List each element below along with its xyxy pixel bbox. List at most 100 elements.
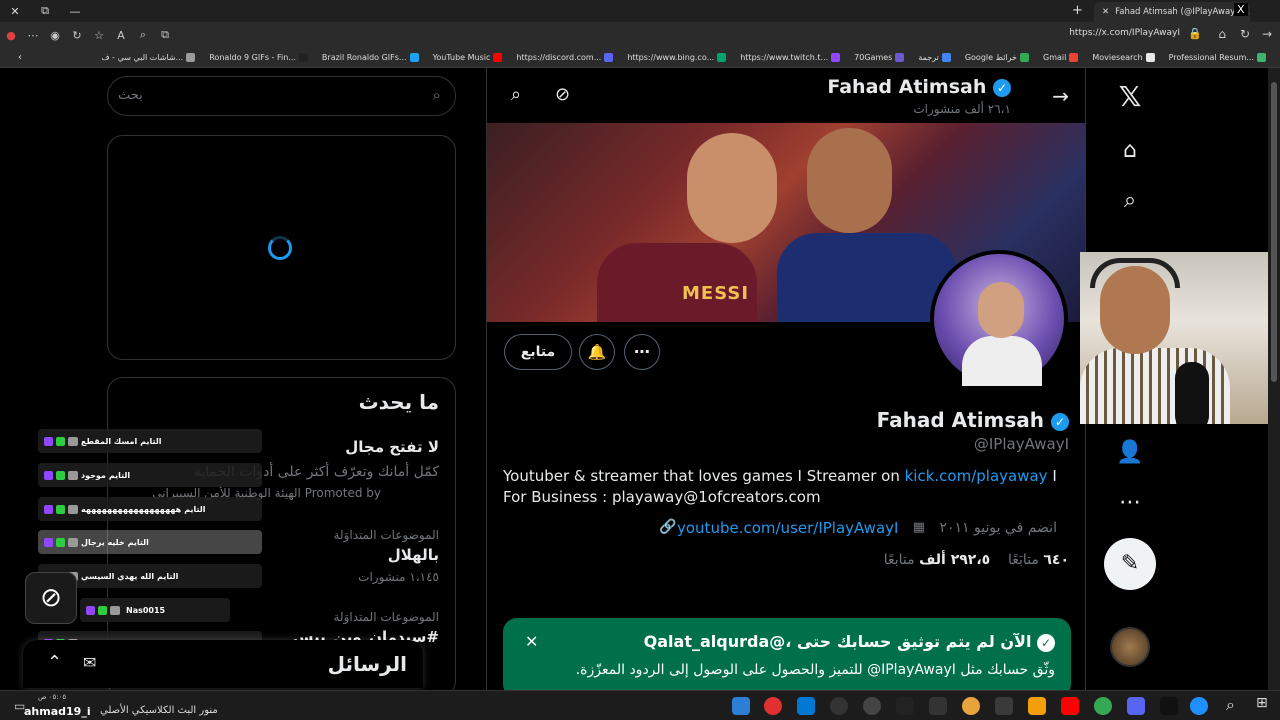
- tab-actions-icon[interactable]: ⧉: [30, 4, 60, 18]
- notifications-bell-icon[interactable]: 🔔: [579, 334, 615, 370]
- page-scrollbar[interactable]: [1268, 68, 1280, 690]
- edge-icon[interactable]: [1190, 697, 1208, 715]
- grok-icon[interactable]: ⊘: [555, 84, 570, 105]
- bookmark-item[interactable]: Professional Resum...: [1169, 53, 1266, 62]
- chat-message: موجود التايم: [38, 463, 262, 487]
- profile-avatar[interactable]: [930, 250, 1068, 388]
- search-icon[interactable]: ⌕: [511, 84, 521, 105]
- favorite-icon[interactable]: ☆: [88, 29, 110, 42]
- menu-dots-icon[interactable]: ⋯: [22, 29, 44, 42]
- microphone-icon: [1175, 362, 1209, 424]
- bookmark-favicon-icon: [717, 53, 727, 62]
- messages-drawer[interactable]: الرسائل ⌃ ✉: [23, 640, 423, 688]
- bookmark-label: شاشات البي سي - ف...: [101, 53, 184, 62]
- outlook-icon[interactable]: [797, 697, 815, 715]
- refresh-icon[interactable]: ↻: [66, 29, 88, 42]
- bookmark-item[interactable]: https://discord.com...: [516, 53, 614, 62]
- following-button[interactable]: متابع: [504, 334, 572, 370]
- bookmark-label: https://www.twitch.t...: [740, 53, 829, 62]
- close-window-icon[interactable]: ✕: [0, 5, 30, 18]
- bookmark-item[interactable]: شاشات البي سي - ف...: [101, 53, 196, 62]
- x-logo-icon[interactable]: 𝕏: [1110, 80, 1150, 113]
- promo-headline[interactable]: لا تفتح مجال: [345, 438, 439, 456]
- tiktok-icon[interactable]: [1160, 697, 1178, 715]
- chat-badge-icon: [56, 504, 65, 514]
- following-stat[interactable]: ٦٤٠ متابَعًا: [1008, 552, 1069, 568]
- media-app-icon[interactable]: [764, 697, 782, 715]
- account-icon[interactable]: ◉: [44, 29, 66, 42]
- bookmark-item[interactable]: ترجمة: [918, 53, 951, 62]
- home-icon[interactable]: ⌂: [1110, 138, 1150, 163]
- store-icon[interactable]: [732, 697, 750, 715]
- profile-icon[interactable]: ●: [0, 29, 22, 42]
- bookmark-label: Ronaldo 9 GIFs - Fin...: [209, 53, 296, 62]
- home-browser-icon[interactable]: ⌂: [1218, 27, 1226, 41]
- explore-icon[interactable]: ⌕: [1110, 188, 1150, 213]
- bookmark-item[interactable]: Google خرائط: [965, 53, 1029, 62]
- bookmark-item[interactable]: 70Games: [854, 53, 905, 62]
- app-icon[interactable]: [962, 697, 980, 715]
- bookmarks-scroll-icon[interactable]: ‹: [18, 52, 22, 63]
- followers-stat[interactable]: ٢٩٢،٥ ألف متابعًا: [884, 552, 990, 568]
- new-tab-icon[interactable]: +: [1072, 3, 1083, 18]
- trend-count: ١،١٤٥ منشورات: [358, 570, 439, 584]
- profile-name-text: Fahad Atimsah: [876, 408, 1045, 432]
- bookmark-item[interactable]: Moviesearch: [1092, 53, 1155, 62]
- chrome-icon[interactable]: [1094, 697, 1112, 715]
- react-icon[interactable]: [830, 697, 848, 715]
- youtube-icon[interactable]: [1061, 697, 1079, 715]
- banner-head-right: [807, 128, 892, 233]
- app-icon[interactable]: [896, 697, 914, 715]
- browser-tab[interactable]: ✕ Fahad Atimsah (@IPlayAwayI) / X: [1094, 2, 1250, 22]
- expand-messages-icon[interactable]: ⌃: [47, 652, 62, 673]
- bookmark-favicon-icon: [493, 53, 503, 62]
- whats-happening-title: ما يحدث: [358, 390, 439, 414]
- bookmark-label: Moviesearch: [1092, 53, 1143, 62]
- chat-badge-icon: [98, 605, 107, 615]
- account-avatar[interactable]: [1110, 627, 1150, 667]
- bookmark-item[interactable]: https://www.twitch.t...: [740, 53, 841, 62]
- search-input[interactable]: ⌕ بحث بحث: [107, 76, 456, 116]
- tab-close-icon[interactable]: ✕: [1102, 7, 1109, 17]
- bookmark-item[interactable]: Brazil Ronaldo GIFs...: [322, 53, 419, 62]
- bookmark-item[interactable]: https://www.bing.co...: [627, 53, 727, 62]
- calendar-icon: ▦: [912, 520, 925, 535]
- website-link[interactable]: youtube.com/user/IPlayAwayI: [677, 519, 898, 537]
- close-icon[interactable]: ✕: [525, 632, 538, 651]
- trend-name[interactable]: بالهلال: [388, 546, 439, 564]
- forward-icon[interactable]: →: [1262, 27, 1272, 41]
- new-message-icon[interactable]: ✉: [83, 653, 96, 672]
- zoom-icon[interactable]: ⌕: [132, 28, 154, 42]
- bookmark-item[interactable]: Gmail: [1043, 53, 1079, 62]
- extensions-icon[interactable]: ⧉: [154, 28, 176, 42]
- bookmark-item[interactable]: YouTube Music: [433, 53, 503, 62]
- bookmark-item[interactable]: Ronaldo 9 GIFs - Fin...: [209, 53, 308, 62]
- verification-title[interactable]: ✓ الآن لم يتم توثيق حسابك حتى ،@Qalat_al…: [644, 632, 1055, 652]
- trend-category: الموضوعات المتداوَلة: [333, 528, 439, 542]
- chat-username: التايم: [157, 571, 179, 581]
- bookmark-label: YouTube Music: [432, 53, 491, 62]
- streamer-username: ahmad19_i: [24, 705, 91, 718]
- read-aloud-icon[interactable]: A: [110, 29, 132, 42]
- post-button-icon[interactable]: ✎: [1104, 538, 1156, 590]
- bio-kick-link[interactable]: kick.com/playaway: [905, 467, 1048, 485]
- app-icon[interactable]: [995, 697, 1013, 715]
- more-options-icon[interactable]: ⋯: [624, 334, 660, 370]
- verification-title-text: الآن لم يتم توثيق حسابك حتى ،@Qalat_alqu…: [643, 632, 1032, 651]
- bookmark-label: ترجمة: [918, 53, 939, 62]
- headphones-icon: [1090, 258, 1180, 288]
- minimize-icon[interactable]: —: [60, 5, 90, 18]
- start-icon[interactable]: ⊞: [1256, 695, 1268, 711]
- epic-games-icon[interactable]: [929, 697, 947, 715]
- folder-icon[interactable]: [1028, 697, 1046, 715]
- search-taskbar-icon[interactable]: ⌕: [1226, 695, 1235, 715]
- scrollbar-thumb[interactable]: [1271, 82, 1277, 382]
- discord-icon[interactable]: [1127, 697, 1145, 715]
- back-arrow-icon[interactable]: →: [1052, 84, 1069, 108]
- profile-nav-icon[interactable]: 👤: [1110, 440, 1150, 465]
- url-field[interactable]: https://x.com/IPlayAwayI: [1069, 28, 1180, 38]
- more-nav-icon[interactable]: ⋯: [1110, 490, 1150, 515]
- loading-spinner-icon: [268, 236, 292, 260]
- reload-icon[interactable]: ↻: [1240, 27, 1250, 41]
- app-icon[interactable]: [863, 697, 881, 715]
